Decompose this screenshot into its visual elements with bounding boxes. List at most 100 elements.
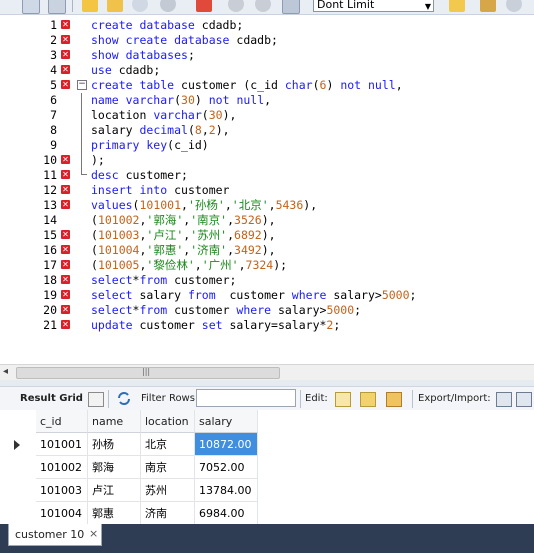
error-marker-icon[interactable]: ✕ <box>61 170 70 179</box>
table-row[interactable]: 101003 卢江 苏州 13784.00 <box>0 479 258 502</box>
line-number: 14 <box>43 213 57 227</box>
error-marker-icon[interactable]: ✕ <box>61 230 70 239</box>
close-icon[interactable]: × <box>89 527 98 540</box>
column-header[interactable]: c_id <box>36 410 88 433</box>
search-icon[interactable] <box>506 0 522 12</box>
commit-icon[interactable] <box>228 0 244 12</box>
error-marker-icon[interactable]: ✕ <box>61 80 70 89</box>
editor-line[interactable]: 4 ✕ use cdadb; <box>0 63 534 78</box>
editor-horizontal-scrollbar[interactable]: ◂ ||| <box>0 364 534 380</box>
table-cell[interactable]: 孙杨 <box>88 433 141 456</box>
editor-line[interactable]: 20 ✕ select*from customer where salary>500… <box>0 303 534 318</box>
code-token: from <box>187 288 230 302</box>
row-indicator[interactable] <box>0 456 33 479</box>
error-marker-icon[interactable]: ✕ <box>61 320 70 329</box>
code-token: '广州' <box>201 258 239 272</box>
table-row[interactable]: 101004 郭惠 济南 6984.00 <box>0 502 258 525</box>
table-cell[interactable]: 郭惠 <box>88 502 141 525</box>
scroll-left-icon[interactable]: ◂ <box>3 366 8 377</box>
limit-rows-select[interactable]: Dont Limit ▼ <box>313 0 434 12</box>
row-indicator[interactable] <box>0 479 33 502</box>
snippets-icon[interactable] <box>480 0 496 12</box>
error-marker-icon[interactable]: ✕ <box>61 50 70 59</box>
code-token: ); <box>91 153 105 167</box>
table-cell[interactable]: 7052.00 <box>195 456 258 479</box>
code-token: , <box>227 228 235 242</box>
code-token: select <box>91 288 140 302</box>
table-cell[interactable]: 101001 <box>36 433 88 456</box>
rollback-icon[interactable] <box>255 0 271 12</box>
column-header[interactable]: salary <box>195 410 258 433</box>
table-cell[interactable]: 苏州 <box>141 479 195 502</box>
add-row-icon[interactable] <box>360 392 376 407</box>
editor-line[interactable]: 21 ✕ update customer set salary=salary*2; <box>0 318 534 333</box>
table-cell[interactable]: 101004 <box>36 502 88 525</box>
table-cell[interactable]: 郭海 <box>88 456 141 479</box>
autocommit-icon[interactable] <box>282 0 300 14</box>
code-token: set <box>201 318 230 332</box>
save-icon[interactable] <box>48 0 66 14</box>
column-header[interactable]: name <box>88 410 141 433</box>
error-marker-icon[interactable]: ✕ <box>61 155 70 164</box>
result-grid-label[interactable]: Result Grid <box>20 393 83 404</box>
explain-icon[interactable] <box>132 0 148 12</box>
error-marker-icon[interactable]: ✕ <box>61 260 70 269</box>
table-cell[interactable]: 卢江 <box>88 479 141 502</box>
error-marker-icon[interactable]: ✕ <box>61 290 70 299</box>
sql-editor[interactable]: 1 ✕ create database cdadb; 2 ✕ show create da… <box>0 15 534 365</box>
new-tab-icon[interactable] <box>22 0 40 14</box>
error-marker-icon[interactable]: ✕ <box>61 185 70 194</box>
table-cell[interactable]: 101003 <box>36 479 88 502</box>
table-row[interactable]: 101001 孙杨 北京 10872.00 <box>0 433 258 456</box>
code-token: 5000 <box>326 303 355 317</box>
error-marker-icon[interactable]: ✕ <box>61 200 70 209</box>
error-marker-icon[interactable]: ✕ <box>61 35 70 44</box>
editor-line[interactable]: 13 ✕ values(101001,'孙杨','北京',5436), <box>0 198 534 213</box>
execute-icon[interactable] <box>82 0 98 12</box>
row-indicator[interactable] <box>0 433 33 456</box>
error-marker-icon[interactable]: ✕ <box>61 275 70 284</box>
table-cell[interactable]: 10872.00 <box>195 433 258 456</box>
import-icon[interactable] <box>516 392 532 407</box>
toggle-error-icon[interactable] <box>196 0 212 12</box>
error-marker-icon[interactable]: ✕ <box>61 305 70 314</box>
grid-view-icon[interactable] <box>88 392 104 407</box>
error-marker-icon[interactable]: ✕ <box>61 245 70 254</box>
filter-rows-input[interactable] <box>196 389 296 407</box>
export-icon[interactable] <box>496 392 512 407</box>
error-marker-icon[interactable]: ✕ <box>61 20 70 29</box>
table-row[interactable]: 101002 郭海 南京 7052.00 <box>0 456 258 479</box>
editor-line[interactable]: 15 ✕ (101003,'卢江','苏州',6892), <box>0 228 534 243</box>
edit-row-icon[interactable] <box>335 392 351 407</box>
stop-icon[interactable] <box>160 0 176 12</box>
editor-line[interactable]: 17 ✕ (101005,'黎俭林','广州',7324); <box>0 258 534 273</box>
editor-line[interactable]: 1 ✕ create database cdadb; <box>0 18 534 33</box>
code-token: , <box>201 123 209 137</box>
table-cell[interactable]: 13784.00 <box>195 479 258 502</box>
column-header[interactable]: location <box>141 410 195 433</box>
row-indicator[interactable] <box>0 502 33 525</box>
table-cell[interactable]: 南京 <box>141 456 195 479</box>
error-marker-icon[interactable]: ✕ <box>61 65 70 74</box>
line-number: 20 <box>43 303 57 317</box>
refresh-icon[interactable] <box>117 392 131 405</box>
table-cell[interactable]: 北京 <box>141 433 195 456</box>
execute-current-icon[interactable] <box>107 0 123 12</box>
table-cell[interactable]: 6984.00 <box>195 502 258 525</box>
editor-line[interactable]: 2 ✕ show create database cdadb; <box>0 33 534 48</box>
result-tab[interactable]: customer 10 × <box>8 524 102 546</box>
editor-line[interactable]: 12 ✕ insert into customer <box>0 183 534 198</box>
fold-toggle-icon[interactable]: − <box>77 80 87 90</box>
table-cell[interactable]: 101002 <box>36 456 88 479</box>
code-token: not null <box>340 78 396 92</box>
editor-line[interactable]: 19 ✕ select salary from customer where sal… <box>0 288 534 303</box>
beautify-icon[interactable] <box>449 0 465 12</box>
editor-line[interactable]: 3 ✕ show databases; <box>0 48 534 63</box>
table-cell[interactable]: 济南 <box>141 502 195 525</box>
delete-row-icon[interactable] <box>386 392 402 407</box>
editor-line[interactable]: 5 ✕ − create table customer (c_id char(6) n… <box>0 78 534 93</box>
editor-line[interactable]: 14 (101002,'郭海','南京',3526), <box>0 213 534 228</box>
editor-line[interactable]: 16 ✕ (101004,'郭惠','济南',3492), <box>0 243 534 258</box>
result-grid[interactable]: c_id name location salary 101001 孙杨 北京 1087… <box>0 410 534 525</box>
editor-line[interactable]: 18 ✕ select*from customer; <box>0 273 534 288</box>
